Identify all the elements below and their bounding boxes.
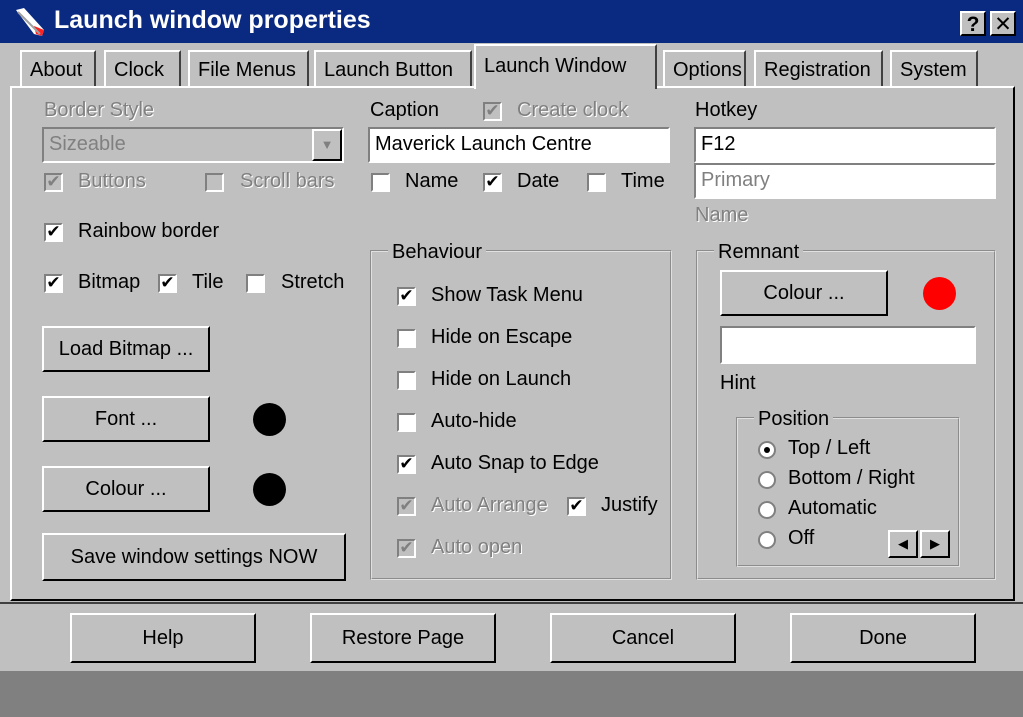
tab-clock[interactable]: Clock — [104, 50, 181, 86]
done-button-label: Done — [859, 627, 907, 649]
remnant-title: Remnant — [714, 241, 804, 264]
caption-time-label: Time — [621, 170, 665, 192]
stretch-checkbox[interactable] — [246, 274, 265, 293]
rainbow-border-label: Rainbow border — [78, 220, 220, 242]
border-style-label: Border Style — [44, 99, 155, 121]
caption-label: Caption — [370, 99, 439, 121]
status-bar — [0, 671, 1023, 717]
hide-on-launch-label: Hide on Launch — [431, 368, 572, 390]
auto-snap-checkbox[interactable]: ✔ — [397, 455, 416, 474]
launch-rocket-icon — [16, 8, 44, 36]
position-top-left-radio[interactable] — [758, 441, 776, 459]
hide-on-escape-label: Hide on Escape — [431, 326, 573, 348]
hotkey-name-label: Name — [695, 204, 749, 226]
footer-divider — [0, 602, 1023, 604]
rainbow-border-checkbox[interactable]: ✔ — [44, 223, 63, 242]
auto-arrange-checkbox[interactable]: ✔ — [397, 497, 416, 516]
caption-name-checkbox[interactable] — [371, 173, 390, 192]
border-style-value: Sizeable — [49, 133, 126, 155]
done-button[interactable]: Done — [790, 613, 976, 663]
tab-system[interactable]: System — [890, 50, 978, 86]
primary-hotkey-input[interactable]: Primary — [694, 163, 996, 199]
remnant-colour-button[interactable]: Colour ... — [720, 270, 888, 316]
window-title: Launch window properties — [54, 6, 371, 34]
bitmap-label: Bitmap — [78, 271, 141, 293]
auto-snap-label: Auto Snap to Edge — [431, 452, 599, 474]
auto-hide-label: Auto-hide — [431, 410, 517, 432]
stretch-label: Stretch — [281, 271, 345, 293]
hint-input[interactable] — [720, 326, 976, 364]
load-bitmap-button[interactable]: Load Bitmap ... — [42, 326, 210, 372]
position-off-radio[interactable] — [758, 531, 776, 549]
scroll-bars-checkbox[interactable] — [205, 173, 224, 192]
show-task-menu-label: Show Task Menu — [431, 284, 583, 306]
save-window-settings-button[interactable]: Save window settings NOW — [42, 533, 346, 581]
tab-options[interactable]: Options — [663, 50, 746, 86]
border-style-select[interactable]: Sizeable ▼ — [42, 127, 344, 163]
context-help-button[interactable]: ? — [960, 11, 986, 36]
tab-about[interactable]: About — [20, 50, 96, 86]
tile-checkbox[interactable]: ✔ — [158, 274, 177, 293]
scroll-bars-label: Scroll bars — [240, 170, 335, 192]
restore-page-button-label: Restore Page — [341, 627, 465, 649]
tab-registration[interactable]: Registration — [754, 50, 883, 86]
close-button[interactable]: ✕ — [990, 11, 1016, 36]
scroll-right-icon[interactable]: ▶ — [920, 530, 950, 558]
hint-label: Hint — [720, 372, 756, 394]
font-button[interactable]: Font ... — [42, 396, 210, 442]
tab-launch-window[interactable]: Launch Window — [474, 44, 657, 89]
caption-time-checkbox[interactable] — [587, 173, 606, 192]
hide-on-launch-checkbox[interactable] — [397, 371, 416, 390]
remnant-colour-swatch — [923, 277, 956, 310]
cancel-button[interactable]: Cancel — [550, 613, 736, 663]
buttons-label: Buttons — [78, 170, 146, 192]
help-button[interactable]: Help — [70, 613, 256, 663]
caption-name-label: Name — [405, 170, 459, 192]
position-automatic-label: Automatic — [788, 497, 877, 519]
bitmap-checkbox[interactable]: ✔ — [44, 274, 63, 293]
cancel-button-label: Cancel — [611, 627, 675, 649]
create-clock-checkbox[interactable]: ✔ — [483, 102, 502, 121]
tab-launch-button[interactable]: Launch Button — [314, 50, 472, 86]
auto-open-label: Auto open — [431, 536, 523, 558]
hotkey-input[interactable]: F12 — [694, 127, 996, 163]
font-colour-swatch — [253, 403, 286, 436]
auto-hide-checkbox[interactable] — [397, 413, 416, 432]
buttons-checkbox[interactable]: ✔ — [44, 173, 63, 192]
help-button-label: Help — [142, 627, 184, 649]
create-clock-label: Create clock — [517, 99, 629, 121]
position-off-label: Off — [788, 527, 815, 549]
behaviour-title: Behaviour — [388, 241, 487, 264]
tile-label: Tile — [192, 271, 224, 293]
position-title: Position — [754, 408, 834, 431]
auto-arrange-label: Auto Arrange — [431, 494, 548, 516]
caption-date-label: Date — [517, 170, 560, 192]
justify-label: Justify — [601, 494, 658, 516]
hide-on-escape-checkbox[interactable] — [397, 329, 416, 348]
restore-page-button[interactable]: Restore Page — [310, 613, 496, 663]
tab-file-menus[interactable]: File Menus — [188, 50, 309, 86]
caption-date-checkbox[interactable]: ✔ — [483, 173, 502, 192]
chevron-down-icon[interactable]: ▼ — [312, 129, 342, 161]
position-bottom-right-label: Bottom / Right — [788, 467, 915, 489]
position-bottom-right-radio[interactable] — [758, 471, 776, 489]
justify-checkbox[interactable]: ✔ — [567, 497, 586, 516]
window-colour-swatch — [253, 473, 286, 506]
auto-open-checkbox[interactable]: ✔ — [397, 539, 416, 558]
hotkey-label: Hotkey — [695, 99, 758, 121]
position-automatic-radio[interactable] — [758, 501, 776, 519]
show-task-menu-checkbox[interactable]: ✔ — [397, 287, 416, 306]
colour-button[interactable]: Colour ... — [42, 466, 210, 512]
caption-input[interactable]: Maverick Launch Centre — [368, 127, 670, 163]
position-top-left-label: Top / Left — [788, 437, 871, 459]
scroll-left-icon[interactable]: ◀ — [888, 530, 918, 558]
